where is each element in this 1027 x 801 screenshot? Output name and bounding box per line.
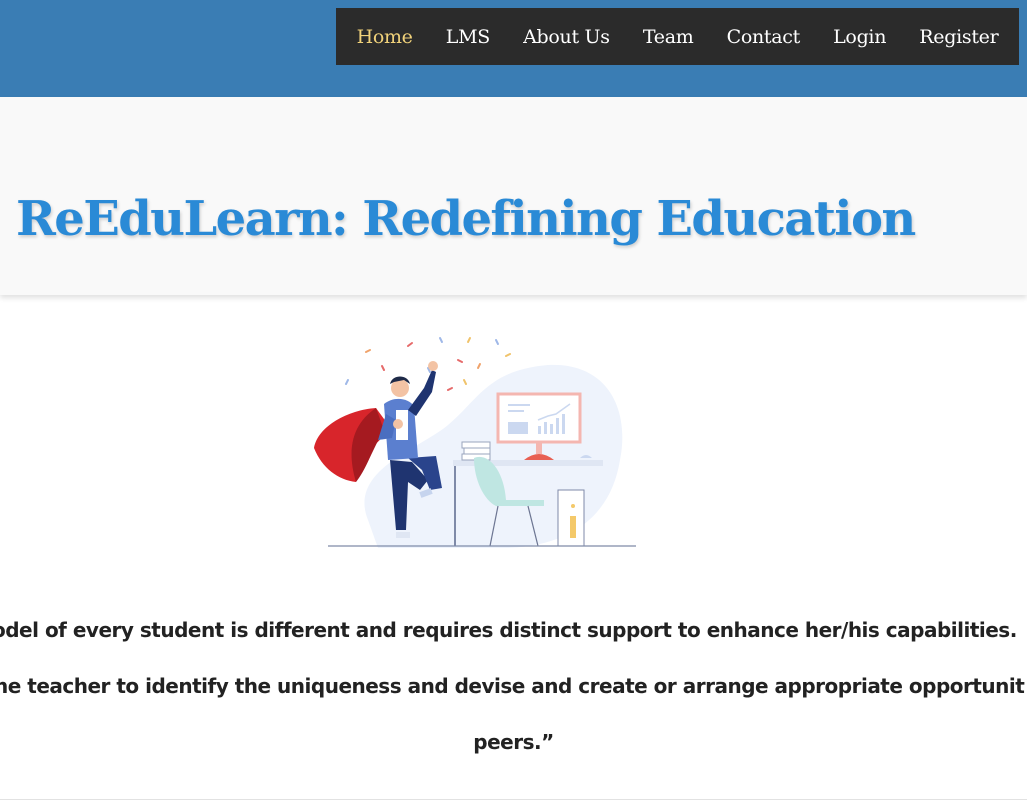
nav-contact-link[interactable]: Contact <box>727 26 801 48</box>
nav-register-link[interactable]: Register <box>919 26 998 48</box>
quote-line-3: peers.” <box>473 730 554 754</box>
nav-team-link[interactable]: Team <box>643 26 694 48</box>
quote-block: odel of every student is different and r… <box>0 600 1027 770</box>
bottom-divider <box>0 799 1027 800</box>
nav-login-link[interactable]: Login <box>833 26 886 48</box>
quote-line-1: odel of every student is different and r… <box>0 618 1017 642</box>
main-navigation: Home LMS About Us Team Contact Login Reg… <box>336 8 1019 65</box>
nav-home-link[interactable]: Home <box>357 26 413 48</box>
hero-banner: ReEduLearn: Redefining Education <box>0 97 1027 295</box>
nav-about-us-link[interactable]: About Us <box>523 26 610 48</box>
page-title: ReEduLearn: Redefining Education <box>16 191 916 247</box>
nav-lms-link[interactable]: LMS <box>446 26 491 48</box>
top-header-bar: Home LMS About Us Team Contact Login Reg… <box>0 0 1027 97</box>
quote-line-2: he teacher to identify the uniqueness an… <box>0 674 1025 698</box>
superhero-at-desk-illustration <box>314 337 636 548</box>
